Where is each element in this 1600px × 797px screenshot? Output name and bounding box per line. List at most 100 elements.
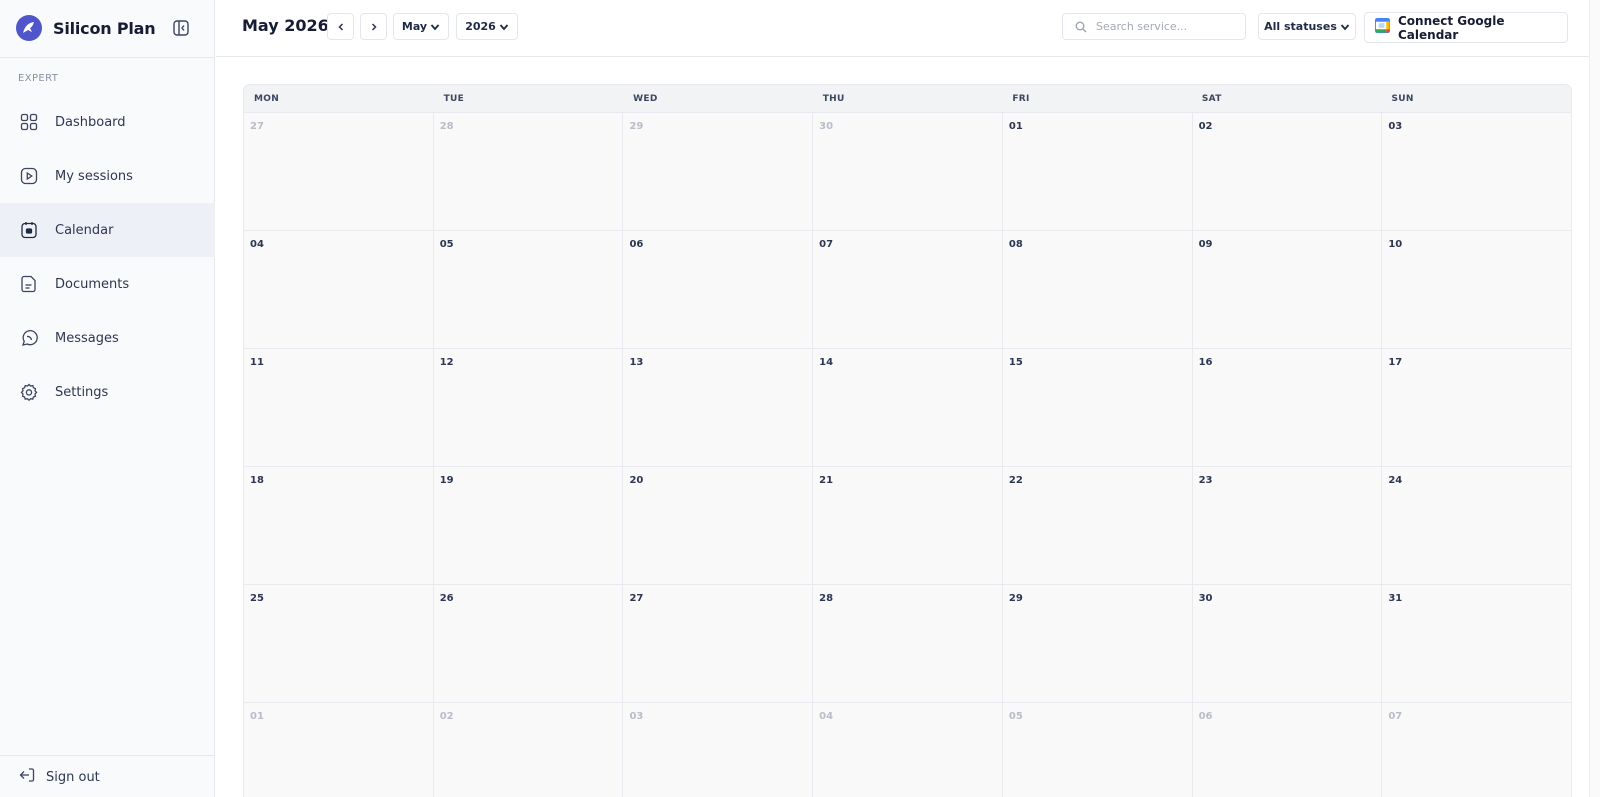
prev-month-button[interactable] xyxy=(327,13,354,40)
day-cell[interactable]: 25 xyxy=(244,585,434,702)
day-cell[interactable]: 06 xyxy=(1193,703,1383,797)
day-cell[interactable]: 24 xyxy=(1382,467,1571,584)
day-cell[interactable]: 27 xyxy=(623,585,814,702)
next-month-button[interactable] xyxy=(360,13,387,40)
sign-out-label: Sign out xyxy=(46,769,100,785)
sidebar-item-label: My sessions xyxy=(55,168,133,184)
year-select-value: 2026 xyxy=(465,20,496,33)
week-row: 18 19 20 21 22 23 24 xyxy=(244,467,1571,585)
day-cell[interactable]: 04 xyxy=(244,231,434,348)
sidebar-item-messages[interactable]: Messages xyxy=(0,311,215,365)
day-cell[interactable]: 14 xyxy=(813,349,1003,466)
weekday-label: FRI xyxy=(1012,93,1030,104)
day-cell[interactable]: 04 xyxy=(813,703,1003,797)
weekday-header: MON TUE WED THU FRI SAT SUN xyxy=(244,85,1571,113)
calendar-grid: MON TUE WED THU FRI SAT SUN 27 28 29 30 … xyxy=(243,84,1572,797)
week-row: 01 02 03 04 05 06 07 xyxy=(244,703,1571,797)
week-row: 25 26 27 28 29 30 31 xyxy=(244,585,1571,703)
gear-icon xyxy=(19,382,39,402)
day-cell[interactable]: 03 xyxy=(1382,113,1571,230)
brand-name: Silicon Plan xyxy=(53,18,156,38)
day-cell[interactable]: 31 xyxy=(1382,585,1571,702)
day-cell[interactable]: 28 xyxy=(813,585,1003,702)
day-cell[interactable]: 05 xyxy=(1003,703,1193,797)
sidebar-item-label: Settings xyxy=(55,384,109,400)
day-cell[interactable]: 12 xyxy=(434,349,624,466)
day-cell[interactable]: 18 xyxy=(244,467,434,584)
page-scrollbar[interactable] xyxy=(1589,0,1600,797)
day-cell[interactable]: 22 xyxy=(1003,467,1193,584)
sidebar-item-my-sessions[interactable]: My sessions xyxy=(0,149,215,203)
week-row: 04 05 06 07 08 09 10 xyxy=(244,231,1571,349)
week-row: 11 12 13 14 15 16 17 xyxy=(244,349,1571,467)
day-cell[interactable]: 03 xyxy=(623,703,814,797)
day-cell[interactable]: 29 xyxy=(623,113,814,230)
day-cell[interactable]: 19 xyxy=(434,467,624,584)
day-cell[interactable]: 07 xyxy=(1382,703,1571,797)
day-cell[interactable]: 10 xyxy=(1382,231,1571,348)
day-cell[interactable]: 08 xyxy=(1003,231,1193,348)
brand[interactable]: Silicon Plan xyxy=(16,14,156,42)
day-cell[interactable]: 30 xyxy=(1193,585,1383,702)
day-cell[interactable]: 02 xyxy=(434,703,624,797)
day-cell[interactable]: 05 xyxy=(434,231,624,348)
day-cell[interactable]: 21 xyxy=(813,467,1003,584)
collapse-sidebar-icon[interactable] xyxy=(172,19,190,37)
weekday-label: SAT xyxy=(1201,93,1222,104)
sidebar-item-documents[interactable]: Documents xyxy=(0,257,215,311)
calendar-icon xyxy=(19,220,39,240)
day-cell[interactable]: 09 xyxy=(1193,231,1383,348)
sidebar-section-label: EXPERT xyxy=(18,73,59,84)
day-cell[interactable]: 29 xyxy=(1003,585,1193,702)
status-filter-select[interactable]: All statuses xyxy=(1258,13,1356,40)
page-title: May 2026 xyxy=(242,16,329,35)
day-cell[interactable]: 07 xyxy=(813,231,1003,348)
sidebar-item-label: Dashboard xyxy=(55,114,126,130)
day-cell[interactable]: 11 xyxy=(244,349,434,466)
status-filter-value: All statuses xyxy=(1264,20,1337,33)
day-cell[interactable]: 20 xyxy=(623,467,814,584)
day-cell[interactable]: 30 xyxy=(813,113,1003,230)
search-icon xyxy=(1075,21,1087,32)
weekday-label: WED xyxy=(633,93,658,104)
sidebar: Silicon Plan EXPERT Dashboard My session… xyxy=(0,0,215,797)
day-cell[interactable]: 23 xyxy=(1193,467,1383,584)
sidebar-item-calendar[interactable]: Calendar xyxy=(0,203,215,257)
sidebar-item-dashboard[interactable]: Dashboard xyxy=(0,95,215,149)
sidebar-item-settings[interactable]: Settings xyxy=(0,365,215,419)
day-cell[interactable]: 15 xyxy=(1003,349,1193,466)
connect-google-calendar-label: Connect Google Calendar xyxy=(1398,13,1505,42)
sign-out-button[interactable]: Sign out xyxy=(18,766,100,788)
brand-logo-icon xyxy=(16,15,42,41)
topbar: May 2026 May 2026 All statuses xyxy=(216,0,1600,57)
day-cell[interactable]: 17 xyxy=(1382,349,1571,466)
connect-google-calendar-button[interactable]: Connect Google Calendar xyxy=(1364,12,1568,43)
chevron-down-icon xyxy=(430,23,440,30)
search-box[interactable] xyxy=(1062,13,1246,40)
month-select[interactable]: May xyxy=(393,13,449,40)
sidebar-item-label: Calendar xyxy=(55,222,114,238)
day-cell[interactable]: 27 xyxy=(244,113,434,230)
day-cell[interactable]: 01 xyxy=(244,703,434,797)
chevron-right-icon xyxy=(371,22,377,31)
google-calendar-icon xyxy=(1375,18,1390,37)
weekday-label: TUE xyxy=(443,93,465,104)
chevron-down-icon xyxy=(499,23,508,30)
day-cell[interactable]: 06 xyxy=(623,231,814,348)
search-input[interactable] xyxy=(1096,20,1236,33)
grid-icon xyxy=(19,112,39,132)
sidebar-item-label: Documents xyxy=(55,276,130,292)
weekday-label: THU xyxy=(822,93,845,104)
day-cell[interactable]: 16 xyxy=(1193,349,1383,466)
year-select[interactable]: 2026 xyxy=(456,13,518,40)
play-icon xyxy=(19,166,39,186)
day-cell[interactable]: 26 xyxy=(434,585,624,702)
chevron-left-icon xyxy=(337,22,343,31)
sidebar-nav: Dashboard My sessions Calendar Documents… xyxy=(0,95,215,419)
day-cell[interactable]: 13 xyxy=(623,349,814,466)
document-icon xyxy=(19,274,39,294)
weekday-label: MON xyxy=(254,93,280,104)
day-cell[interactable]: 02 xyxy=(1193,113,1383,230)
day-cell[interactable]: 28 xyxy=(434,113,624,230)
day-cell[interactable]: 01 xyxy=(1003,113,1193,230)
